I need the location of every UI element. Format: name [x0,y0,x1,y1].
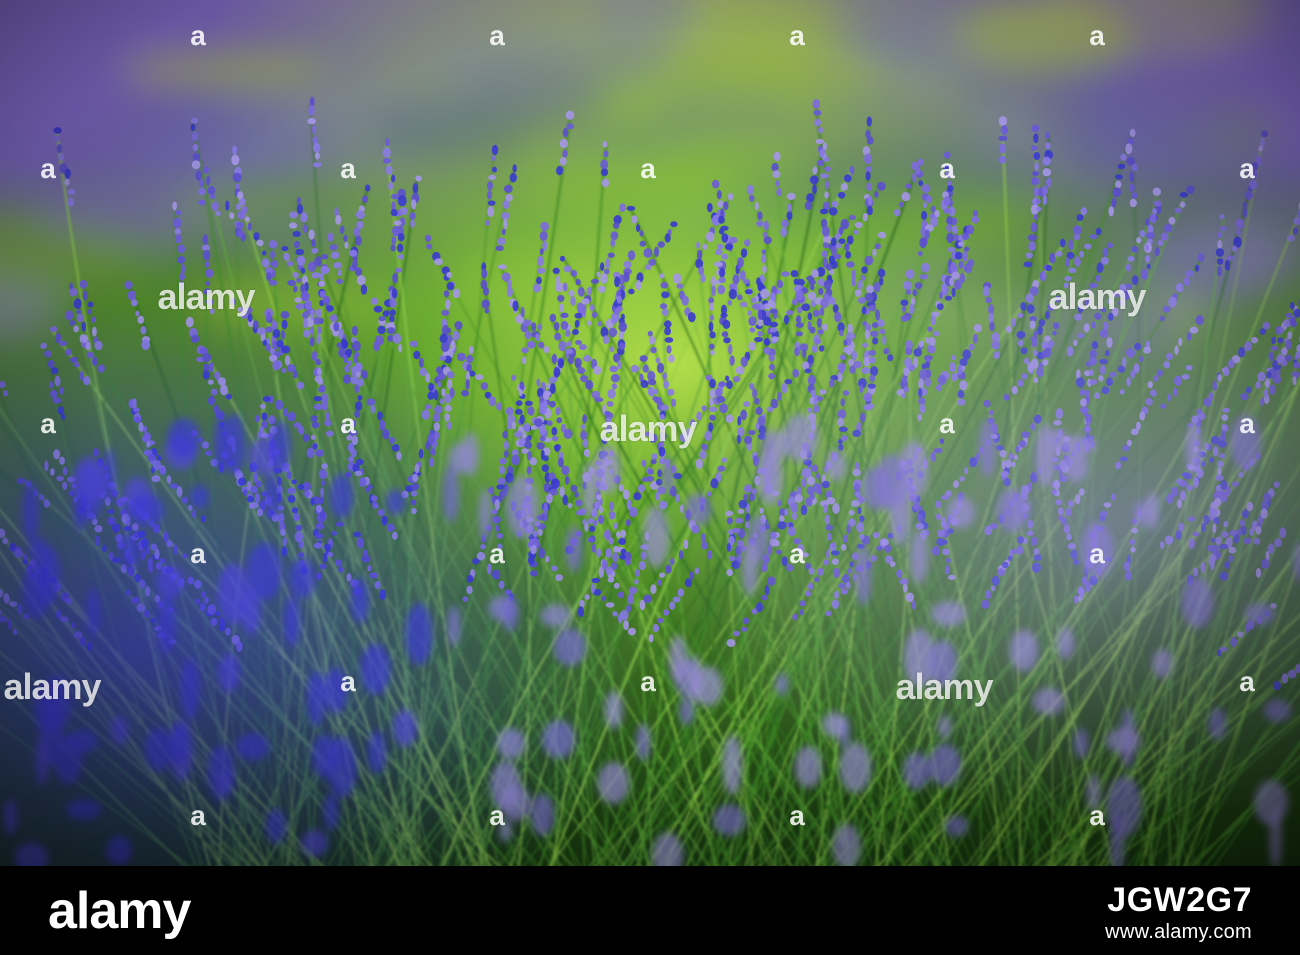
lavender-scene [0,0,1300,866]
alamy-logo[interactable]: alamy [48,880,191,942]
stock-photo-page: a a a a a a a a a alamy alamy a a alamy … [0,0,1300,955]
site-url[interactable]: www.alamy.com [1105,920,1252,944]
footer-bar: alamy JGW2G7 www.alamy.com [0,866,1300,955]
image-info: JGW2G7 www.alamy.com [1105,880,1252,944]
image-code: JGW2G7 [1107,881,1252,919]
photo-vignette [0,0,1300,866]
lavender-photo: a a a a a a a a a alamy alamy a a alamy … [0,0,1300,866]
